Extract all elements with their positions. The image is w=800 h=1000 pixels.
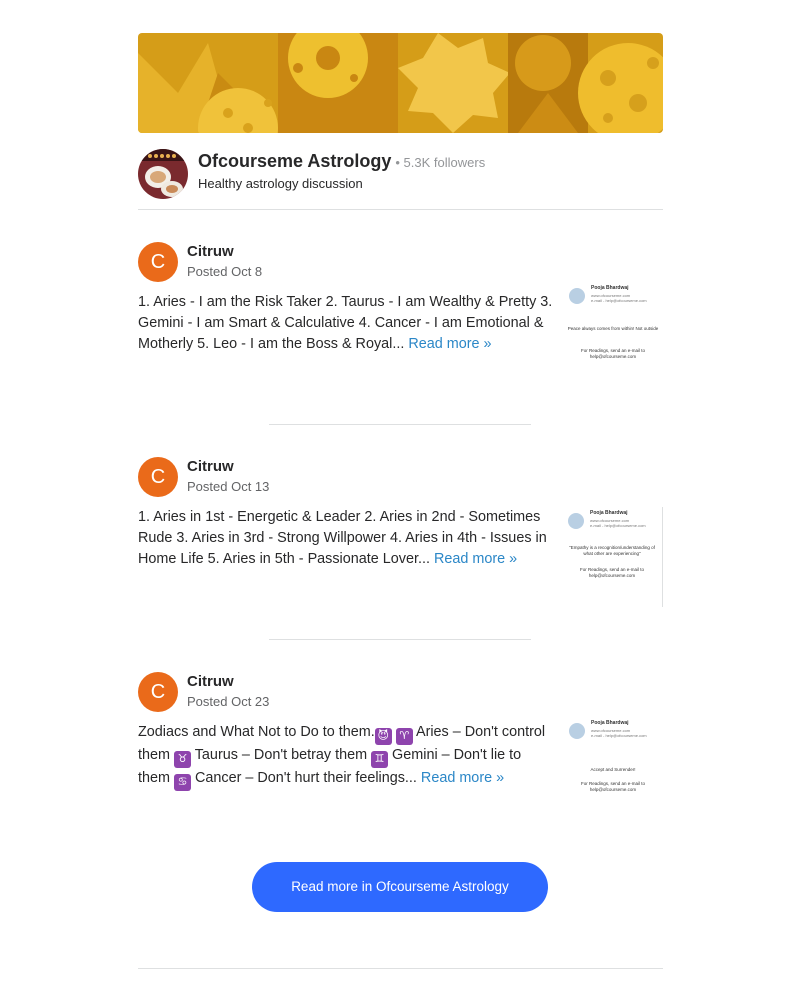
read-more-link[interactable]: Read more »	[408, 336, 491, 352]
thumbnail-line: e-mail - help@ofcourseme.com	[590, 523, 646, 528]
thumbnail-name: Pooja Bhardwaj	[591, 285, 629, 291]
page: Ofcourseme Astrology • 5.3K followers Hea…	[0, 0, 800, 1000]
post-date[interactable]: Posted Oct 13	[187, 479, 269, 495]
thumbnail-footer: For Readings, send an e-mail to help@ofc…	[580, 348, 646, 359]
post-date[interactable]: Posted Oct 23	[187, 694, 269, 710]
cancer-icon: ♋	[174, 774, 191, 791]
space-name[interactable]: Ofcourseme Astrology	[198, 151, 391, 171]
space-banner-image	[138, 33, 663, 133]
thumbnail-footer: For Readings, send an e-mail to help@ofc…	[579, 567, 645, 578]
gemini-icon: ♊	[371, 751, 389, 768]
post-text: 1. Aries in 1st - Energetic & Leader 2. …	[138, 507, 553, 570]
thumbnail-contact: www.ofcourseme.com e-mail - help@ofcours…	[590, 518, 646, 528]
author-avatar[interactable]: C	[138, 242, 178, 282]
post-card: C Citruw Posted Oct 8 1. Aries - I am th…	[138, 242, 663, 402]
post-divider	[269, 424, 531, 425]
thumbnail-quote: "Empathy is a recognition/understanding …	[569, 545, 655, 556]
post-thumbnail[interactable]: Pooja Bhardwaj www.ofcourseme.com e-mail…	[563, 717, 663, 817]
thumbnail-avatar	[569, 288, 585, 304]
read-more-in-space-button[interactable]: Read more in Ofcourseme Astrology	[252, 862, 548, 912]
thumbnail-name: Pooja Bhardwaj	[591, 720, 629, 726]
post-card: C Citruw Posted Oct 13 1. Aries in 1st -…	[138, 457, 663, 617]
post-divider	[269, 639, 531, 640]
post-body: Taurus – Don't betray them	[191, 747, 372, 763]
thumbnail-line: e-mail - help@ofcourseme.com	[591, 298, 647, 303]
post-card: C Citruw Posted Oct 23 Zodiacs and What …	[138, 672, 663, 832]
thumbnail-avatar	[569, 723, 585, 739]
post-body: Cancer – Don't hurt their feelings...	[191, 770, 417, 786]
smiling-devil-icon: 😈	[374, 728, 392, 745]
space-followers: • 5.3K followers	[395, 155, 486, 170]
post-date[interactable]: Posted Oct 8	[187, 264, 262, 280]
thumbnail-contact: www.ofcourseme.com e-mail - help@ofcours…	[591, 293, 647, 303]
space-header: Ofcourseme Astrology • 5.3K followers Hea…	[138, 149, 663, 210]
author-avatar[interactable]: C	[138, 457, 178, 497]
author-name[interactable]: Citruw	[187, 673, 234, 691]
thumbnail-name: Pooja Bhardwaj	[590, 510, 628, 516]
thumbnail-avatar	[568, 513, 584, 529]
read-more-link[interactable]: Read more »	[434, 551, 517, 567]
thumbnail-line: e-mail - help@ofcourseme.com	[591, 733, 647, 738]
read-more-link[interactable]: Read more »	[421, 770, 504, 786]
post-thumbnail[interactable]: Pooja Bhardwaj www.ofcourseme.com e-mail…	[563, 282, 663, 382]
thumbnail-quote: Accept and Surrender!	[590, 767, 636, 772]
author-name[interactable]: Citruw	[187, 243, 234, 261]
post-thumbnail[interactable]: Pooja Bhardwaj www.ofcourseme.com e-mail…	[562, 507, 663, 607]
bottom-divider	[138, 968, 663, 969]
author-name[interactable]: Citruw	[187, 458, 234, 476]
post-body: Zodiacs and What Not to Do to them.	[138, 724, 375, 740]
post-text: 1. Aries - I am the Risk Taker 2. Taurus…	[138, 292, 553, 355]
post-text: Zodiacs and What Not to Do to them. 😈 ♈ A…	[138, 722, 553, 791]
taurus-icon: ♉	[174, 751, 191, 768]
aries-icon: ♈	[395, 728, 413, 745]
thumbnail-contact: www.ofcourseme.com e-mail - help@ofcours…	[591, 728, 647, 738]
space-avatar[interactable]	[138, 149, 188, 199]
thumbnail-footer: For Readings, send an e-mail to help@ofc…	[580, 781, 646, 792]
author-avatar[interactable]: C	[138, 672, 178, 712]
thumbnail-quote: Peace always comes from within! Not outs…	[567, 326, 659, 331]
space-description: Healthy astrology discussion	[198, 176, 363, 191]
